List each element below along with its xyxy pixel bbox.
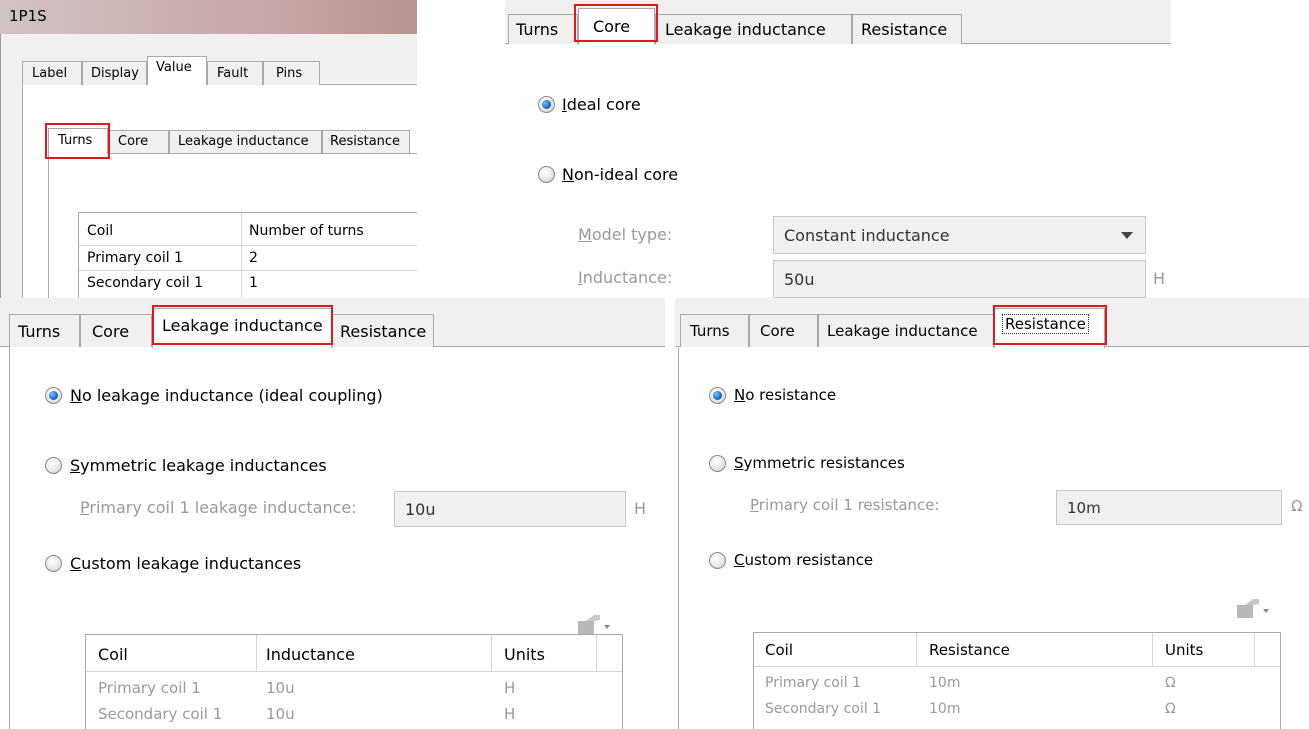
tab-core[interactable]: Core (108, 130, 169, 153)
no-leakage-radio[interactable] (45, 387, 62, 404)
leakage-table: Coil Inductance Units Primary coil 1 10u… (85, 634, 623, 729)
custom-resistance-radio[interactable] (709, 552, 726, 569)
tab-value[interactable]: Value (147, 56, 207, 85)
no-resistance-label[interactable]: No resistance (734, 386, 836, 404)
table-header-coil: Coil (765, 641, 793, 659)
primary-resistance-unit: Ω (1291, 497, 1303, 515)
primary-leakage-label: Primary coil 1 leakage inductance: (80, 498, 357, 517)
dialog-title-bar: 1P1S (0, 0, 417, 34)
table-row-unit[interactable]: Ω (1165, 675, 1176, 691)
inductance-field[interactable]: 50u (773, 260, 1146, 298)
turns-tab-highlight (45, 123, 110, 159)
ideal-core-label[interactable]: Ideal core (562, 95, 641, 114)
table-row-unit[interactable]: H (504, 679, 515, 697)
leakage-tab-highlight (152, 305, 333, 345)
primary-leakage-field[interactable]: 10u (394, 491, 626, 527)
table-row-coil[interactable]: Secondary coil 1 (87, 275, 203, 291)
leakage-panel: Turns Core Leakage inductance Resistance… (0, 298, 665, 729)
table-row-turns[interactable]: 2 (249, 250, 258, 266)
table-row-turns[interactable]: 1 (249, 275, 258, 291)
table-header-coil: Coil (98, 645, 128, 664)
resistance-tab-highlight (993, 305, 1107, 345)
inductance-value: 50u (784, 269, 815, 289)
nonideal-core-label[interactable]: Non-ideal core (562, 165, 678, 184)
tab-pins[interactable]: Pins (263, 61, 320, 85)
symmetric-resistance-label[interactable]: Symmetric resistances (734, 454, 905, 472)
model-type-label: Model type: (578, 225, 673, 244)
tab-resistance[interactable]: Resistance (322, 130, 410, 153)
custom-leakage-radio[interactable] (45, 555, 62, 572)
table-header-inductance: Inductance (266, 645, 355, 664)
table-row-unit[interactable]: Ω (1165, 701, 1176, 717)
inductance-label: Inductance: (578, 268, 673, 287)
primary-resistance-field[interactable]: 10m (1056, 490, 1282, 525)
model-type-select[interactable]: Constant inductance (773, 216, 1146, 254)
table-header-resistance: Resistance (929, 641, 1010, 659)
tab-leakage-inductance[interactable]: Leakage inductance (818, 314, 994, 347)
chevron-down-icon (1121, 232, 1133, 239)
table-row-coil[interactable]: Primary coil 1 (765, 675, 861, 691)
table-row-coil[interactable]: Secondary coil 1 (765, 701, 881, 717)
resistance-table: Coil Resistance Units Primary coil 1 10m… (753, 632, 1281, 729)
no-leakage-label[interactable]: No leakage inductance (ideal coupling) (70, 386, 383, 405)
primary-leakage-value: 10u (405, 499, 436, 519)
turns-table: Coil Number of turns Primary coil 1 2 Se… (78, 212, 417, 298)
inductance-unit: H (1153, 269, 1166, 288)
table-header-units: Units (504, 645, 545, 664)
table-header-units: Units (1165, 641, 1204, 659)
tab-core[interactable]: Core (749, 314, 818, 347)
symmetric-leakage-label[interactable]: Symmetric leakage inductances (70, 456, 327, 475)
turns-dialog-panel: 1P1S Label Display Value Fault Pins Turn… (0, 0, 417, 298)
table-header-number-of-turns: Number of turns (249, 223, 364, 239)
tab-label[interactable]: Label (22, 61, 82, 85)
table-row-value[interactable]: 10m (929, 675, 960, 691)
model-type-value: Constant inductance (784, 225, 950, 245)
custom-resistance-label[interactable]: Custom resistance (734, 551, 873, 569)
tab-display[interactable]: Display (82, 61, 147, 85)
tab-turns[interactable]: Turns (508, 14, 578, 44)
tab-fault[interactable]: Fault (207, 61, 263, 85)
table-menu-icon[interactable] (1235, 596, 1273, 622)
table-row-coil[interactable]: Primary coil 1 (98, 679, 201, 697)
core-tab-highlight (574, 4, 658, 42)
table-row-unit[interactable]: H (504, 705, 515, 723)
table-row-coil[interactable]: Secondary coil 1 (98, 705, 222, 723)
symmetric-leakage-radio[interactable] (45, 457, 62, 474)
primary-leakage-unit: H (634, 499, 647, 518)
primary-resistance-value: 10m (1067, 498, 1101, 517)
tab-turns[interactable]: Turns (9, 314, 80, 347)
symmetric-resistance-radio[interactable] (709, 455, 726, 472)
table-row-value[interactable]: 10u (266, 705, 295, 723)
ideal-core-radio[interactable] (538, 96, 555, 113)
custom-leakage-label[interactable]: Custom leakage inductances (70, 554, 301, 573)
tab-core[interactable]: Core (80, 314, 152, 347)
table-row-value[interactable]: 10m (929, 701, 960, 717)
table-row-coil[interactable]: Primary coil 1 (87, 250, 183, 266)
nonideal-core-radio[interactable] (538, 166, 555, 183)
core-panel: Turns Core Leakage inductance Resistance… (505, 0, 1171, 298)
tab-leakage-inductance[interactable]: Leakage inductance (655, 14, 852, 44)
no-resistance-radio[interactable] (709, 387, 726, 404)
resistance-panel: Turns Core Leakage inductance Resistance… (675, 298, 1309, 729)
tab-leakage-inductance[interactable]: Leakage inductance (169, 130, 322, 153)
tab-resistance[interactable]: Resistance (332, 314, 434, 347)
tab-resistance[interactable]: Resistance (852, 14, 962, 44)
primary-resistance-label: Primary coil 1 resistance: (750, 496, 940, 514)
dialog-title: 1P1S (9, 7, 47, 25)
tab-turns[interactable]: Turns (680, 314, 749, 347)
table-header-coil: Coil (87, 223, 114, 239)
table-row-value[interactable]: 10u (266, 679, 295, 697)
